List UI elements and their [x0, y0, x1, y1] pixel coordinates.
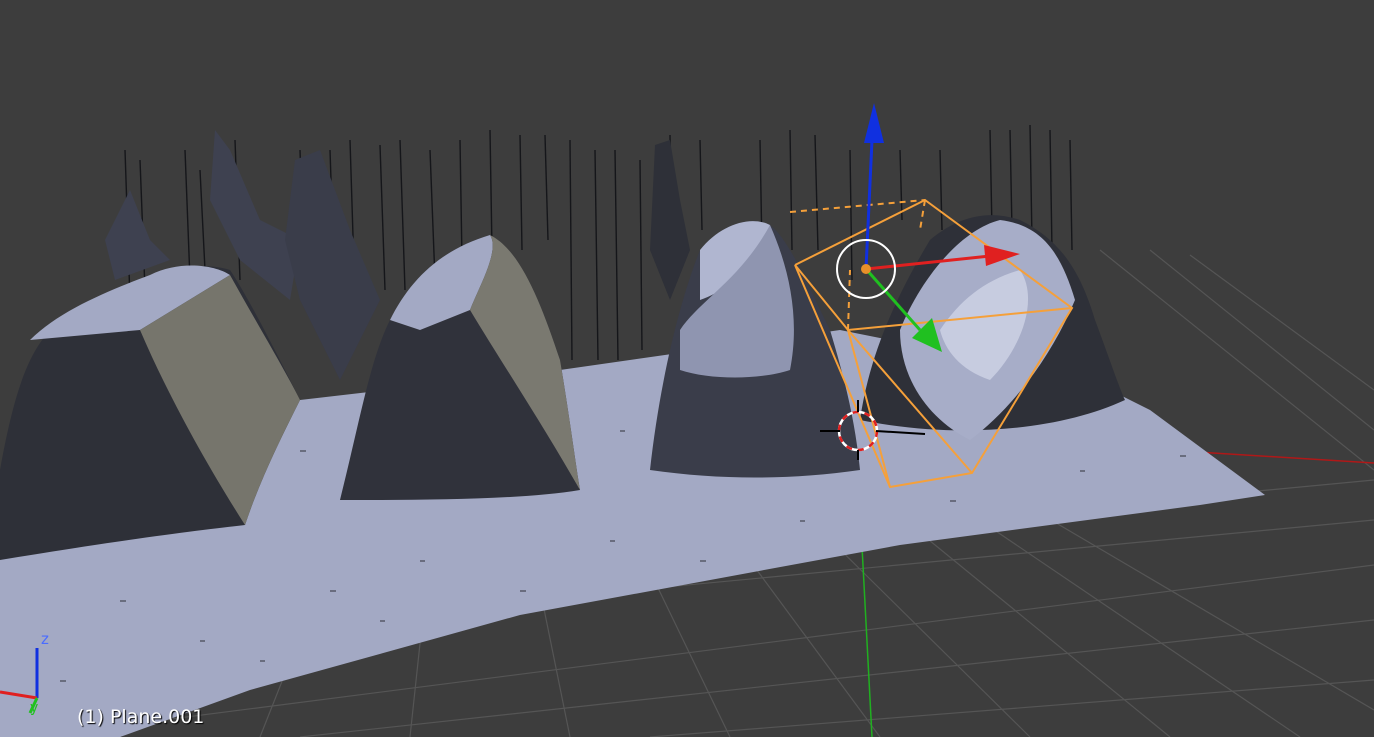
3d-viewport[interactable]: z y (1) Plane.001 — [0, 0, 1374, 737]
axis-y-label: y — [30, 700, 38, 716]
gizmo-z-arrow[interactable] — [864, 103, 884, 143]
terrain-peak-3 — [650, 140, 690, 300]
scene-canvas[interactable] — [0, 0, 1374, 737]
object-origin-pivot — [861, 264, 871, 274]
axis-z-label: z — [41, 630, 49, 648]
axis-orientation-icon: z y — [0, 630, 49, 716]
active-object-label: (1) Plane.001 — [77, 706, 205, 728]
terrain-peak-1b — [105, 190, 170, 280]
terrain-peak-2 — [285, 150, 380, 380]
